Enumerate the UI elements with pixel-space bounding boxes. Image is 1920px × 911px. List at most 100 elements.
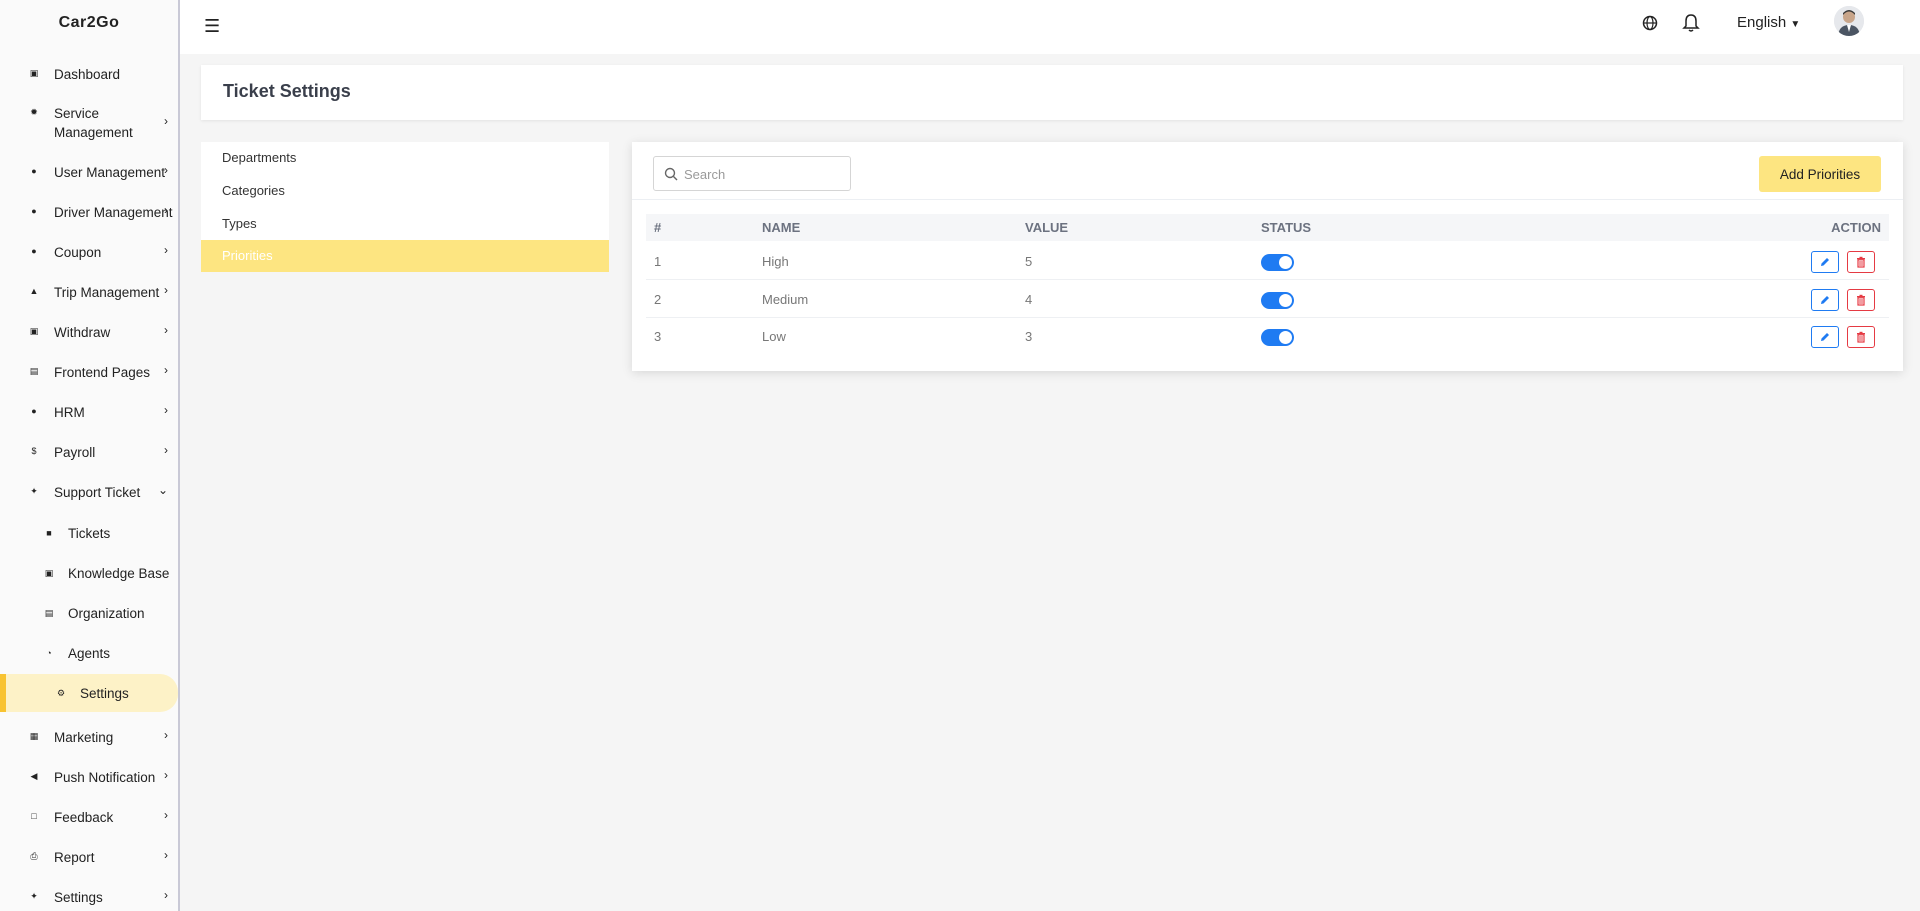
trash-icon — [1857, 331, 1865, 343]
car-icon: ▲ — [29, 286, 39, 296]
status-toggle[interactable] — [1261, 329, 1294, 346]
column-header-index: # — [654, 220, 662, 235]
sidebar-item-service-management[interactable]: ✹ Service Management › — [0, 104, 178, 142]
sidebar-item-label: Report — [54, 850, 95, 865]
priorities-card: Add Priorities # NAME VALUE STATUS ACTIO… — [632, 142, 1903, 371]
settings-menu-priorities[interactable]: Priorities — [201, 240, 609, 272]
sidebar-item-label: Push Notification — [54, 770, 156, 785]
globe-icon[interactable] — [1642, 15, 1658, 36]
laptop-icon: ▣ — [29, 68, 39, 78]
building-icon: ▤ — [44, 607, 54, 618]
row-value: 5 — [1025, 254, 1033, 269]
sidebar-item-trip-management[interactable]: ▲ Trip Management › — [0, 283, 178, 302]
delete-button[interactable] — [1847, 251, 1875, 273]
search-input[interactable] — [684, 163, 844, 185]
gear-icon: ✹ — [30, 107, 38, 117]
edit-button[interactable] — [1811, 289, 1839, 311]
pencil-icon — [1821, 333, 1829, 341]
row-name: Low — [762, 329, 786, 344]
print-icon: ⎙ — [30, 851, 38, 861]
sidebar-item-feedback[interactable]: □ Feedback › — [0, 808, 178, 827]
sidebar-subitem-settings[interactable]: ⚙ Settings — [0, 674, 178, 712]
sidebar-subitem-label: Agents — [68, 645, 111, 661]
sidebar-item-withdraw[interactable]: ▣ Withdraw › — [0, 323, 178, 342]
row-index: 1 — [654, 254, 662, 269]
chevron-right-icon: › — [164, 728, 168, 742]
row-value: 4 — [1025, 292, 1033, 307]
sidebar-subitem-tickets[interactable]: ■ Tickets — [0, 523, 178, 543]
sidebar-subitem-agents[interactable]: ◔ Agents — [0, 643, 178, 663]
status-toggle[interactable] — [1261, 254, 1294, 271]
chevron-right-icon: › — [164, 443, 168, 457]
chevron-right-icon: › — [164, 808, 168, 822]
chevron-right-icon: › — [164, 163, 168, 177]
settings-menu-types[interactable]: Types — [201, 208, 609, 240]
sidebar-item-push-notification[interactable]: ◀ Push Notification › — [0, 768, 178, 787]
topbar: ☰ English ▼ — [180, 0, 1920, 54]
sidebar-item-label: Marketing — [54, 730, 114, 745]
brand-logo[interactable]: Car2Go — [0, 0, 178, 46]
sidebar-item-label: Service Management — [54, 106, 133, 140]
settings-menu-categories[interactable]: Categories — [201, 175, 609, 207]
sidebar-item-support-ticket[interactable]: ✦ Support Ticket ⌄ — [0, 483, 178, 502]
sidebar-item-hrm[interactable]: ● HRM › — [0, 403, 178, 422]
sidebar-subitem-knowledge-base[interactable]: ▣ Knowledge Base — [0, 563, 178, 583]
chevron-right-icon: › — [164, 363, 168, 377]
column-header-status: STATUS — [1261, 220, 1312, 235]
sidebar-item-report[interactable]: ⎙ Report › — [0, 848, 178, 867]
delete-button[interactable] — [1847, 289, 1875, 311]
sidebar-item-label: Settings — [54, 890, 103, 905]
sidebar-item-settings[interactable]: ✦ Settings › — [0, 888, 178, 907]
row-value: 3 — [1025, 329, 1033, 344]
money-icon: ▣ — [29, 326, 39, 336]
sidebar-item-payroll[interactable]: $ Payroll › — [0, 443, 178, 462]
sidebar-item-label: Payroll — [54, 445, 96, 460]
chevron-down-icon: ⌄ — [157, 483, 168, 497]
settings-menu-departments[interactable]: Departments — [201, 142, 609, 174]
avatar[interactable] — [1834, 6, 1864, 36]
chevron-right-icon: › — [164, 768, 168, 782]
hamburger-icon[interactable]: ☰ — [204, 16, 220, 37]
book-icon: ▣ — [44, 567, 54, 578]
bell-icon[interactable] — [1682, 13, 1700, 33]
chevron-right-icon: › — [164, 203, 168, 217]
grid-icon: ▦ — [29, 731, 39, 741]
status-toggle[interactable] — [1261, 292, 1294, 309]
users-icon: ● — [31, 406, 37, 416]
row-name: Medium — [762, 292, 809, 307]
ticket-icon: ■ — [46, 528, 52, 538]
sidebar-item-label: Feedback — [54, 810, 114, 825]
table-row: 2 Medium 4 — [646, 281, 1889, 318]
column-header-action: ACTION — [1831, 220, 1881, 235]
wrench-icon: ✦ — [30, 891, 38, 901]
chevron-right-icon: › — [164, 114, 168, 128]
caret-down-icon: ▼ — [1790, 19, 1801, 30]
megaphone-icon: ◀ — [30, 771, 38, 781]
search-icon — [664, 167, 678, 181]
pencil-icon — [1821, 296, 1829, 304]
sidebar-item-marketing[interactable]: ▦ Marketing › — [0, 728, 178, 747]
sidebar-item-driver-management[interactable]: ● Driver Management › — [0, 203, 178, 222]
edit-button[interactable] — [1811, 326, 1839, 348]
row-index: 3 — [654, 329, 662, 344]
chevron-right-icon: › — [164, 848, 168, 862]
language-dropdown[interactable]: English ▼ — [1737, 14, 1800, 31]
sidebar-item-label: User Management — [54, 165, 166, 180]
page-header: Ticket Settings — [201, 65, 1903, 120]
chevron-right-icon: › — [164, 283, 168, 297]
chevron-right-icon: › — [164, 323, 168, 337]
row-index: 2 — [654, 292, 662, 307]
sidebar-subitem-label: Organization — [68, 605, 145, 621]
sidebar-item-coupon[interactable]: ● Coupon › — [0, 243, 178, 262]
sidebar-item-label: Dashboard — [54, 67, 121, 82]
add-priorities-button[interactable]: Add Priorities — [1759, 156, 1881, 192]
delete-button[interactable] — [1847, 326, 1875, 348]
table-header: # NAME VALUE STATUS ACTION — [646, 214, 1889, 241]
users-icon: ● — [31, 166, 37, 176]
edit-button[interactable] — [1811, 251, 1839, 273]
sidebar-item-dashboard[interactable]: ▣ Dashboard — [0, 65, 178, 84]
sidebar-item-frontend-pages[interactable]: ▤ Frontend Pages › — [0, 363, 178, 382]
sidebar-subitem-organization[interactable]: ▤ Organization — [0, 603, 178, 623]
sidebar-item-user-management[interactable]: ● User Management › — [0, 163, 178, 182]
sidebar-item-label: Frontend Pages — [54, 365, 151, 380]
